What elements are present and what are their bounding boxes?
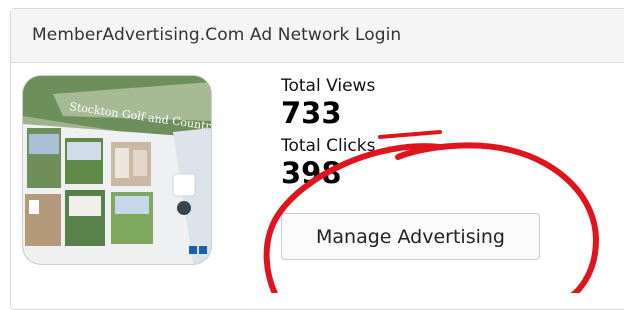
total-clicks-label: Total Clicks — [281, 136, 376, 156]
manage-advertising-button[interactable]: Manage Advertising — [281, 213, 540, 260]
stats-block: Total Views 733 Total Clicks 398 — [281, 76, 375, 190]
total-views-value: 733 — [281, 96, 342, 130]
panel-title: MemberAdvertising.Com Ad Network Login — [11, 9, 624, 63]
ad-thumbnail[interactable]: Stockton Golf and Country Club — [23, 76, 211, 264]
total-clicks-value: 398 — [281, 156, 342, 190]
total-views-label: Total Views — [281, 76, 376, 96]
ad-thumbnail-image: Stockton Golf and Country Club — [23, 76, 211, 264]
